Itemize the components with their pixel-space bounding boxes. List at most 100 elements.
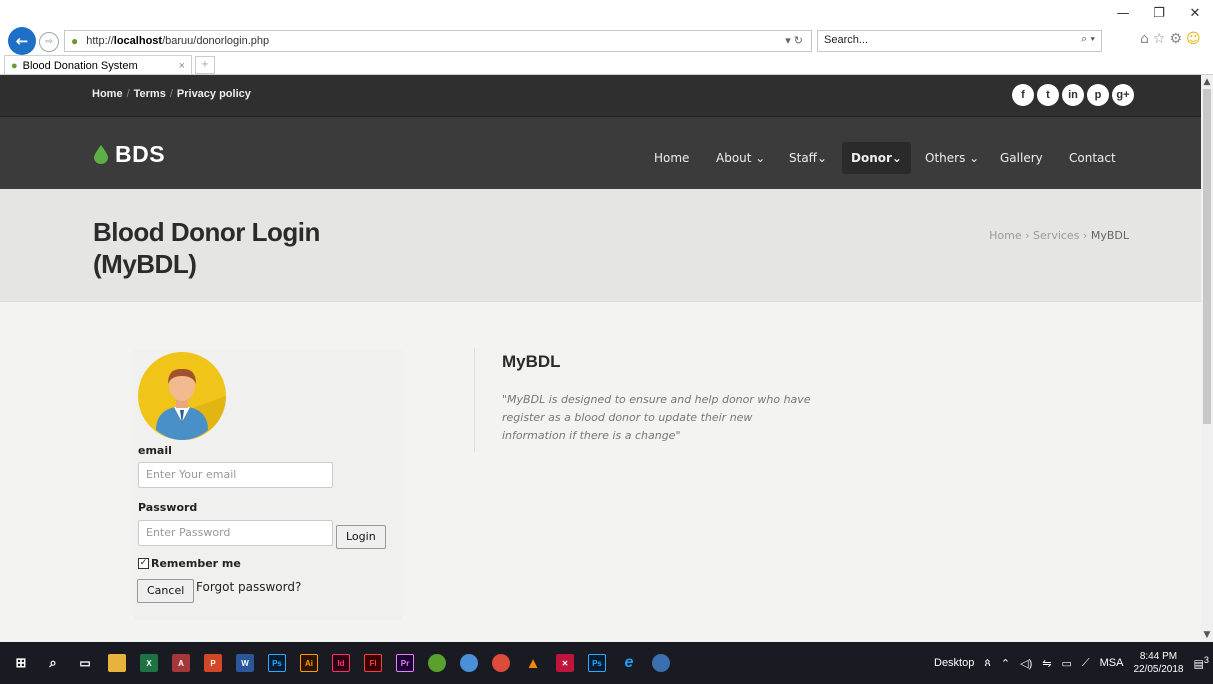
chrome-icon[interactable] [492,654,510,672]
favorites-icon[interactable]: ☆ [1153,31,1166,47]
nav-item-about[interactable]: About ⌄ [716,142,765,174]
word-icon[interactable]: W [236,654,254,672]
network-icon[interactable]: ⇋ [1042,657,1051,670]
page-title-line1: Blood Donor Login [93,217,320,247]
network-app-icon[interactable] [460,654,478,672]
internet-explorer-icon[interactable]: e [620,654,638,672]
logo-text: BDS [115,141,166,167]
wifi-icon[interactable]: ⟋ [1082,657,1090,670]
login-form: email Enter Your email Password Enter Pa… [134,350,402,620]
scroll-thumb[interactable] [1203,89,1211,424]
top-link-terms[interactable]: Terms [134,88,166,100]
chevron-up-icon[interactable]: ⌃ [1001,657,1010,670]
url-host: localhost [113,35,163,47]
remember-checkbox[interactable]: ✓ [138,558,149,569]
remember-me[interactable]: ✓ Remember me [138,557,241,570]
file-explorer-icon[interactable] [108,654,126,672]
top-bar: Home / Terms / Privacy policy f t in p g+ [0,75,1201,117]
nav-item-others[interactable]: Others ⌄ [925,142,979,174]
top-link-privacy[interactable]: Privacy policy [177,88,251,100]
nav-item-home[interactable]: Home [654,142,689,174]
content-divider [474,348,475,452]
breadcrumb-home[interactable]: Home [989,229,1021,242]
xampp-icon[interactable]: ✕ [556,654,574,672]
refresh-icon[interactable]: ▾ ↻ [785,34,803,47]
task-view-icon[interactable]: ▭ [76,654,94,672]
vlc-icon[interactable]: ▲ [524,654,542,672]
address-bar[interactable]: ● http://localhost/baruu/donorlogin.php … [64,30,812,52]
remember-label: Remember me [151,557,241,570]
new-tab-button[interactable]: + [195,56,215,74]
photoshop-icon[interactable]: Ps [268,654,286,672]
top-link-home[interactable]: Home [92,88,123,100]
scroll-down-icon[interactable]: ▼ [1201,630,1213,640]
browser-tab[interactable]: ● Blood Donation System × [4,55,192,75]
flash-icon[interactable]: Fl [364,654,382,672]
clock-date: 22/05/2018 [1133,664,1184,675]
back-button[interactable]: ← [8,27,36,55]
restore-button[interactable]: ❐ [1141,6,1177,24]
browser-chrome: — ❐ ✕ ← ⇨ ● http://localhost/baruu/donor… [0,0,1213,55]
email-field[interactable]: Enter Your email [138,462,333,488]
premiere-icon[interactable]: Pr [396,654,414,672]
cancel-button[interactable]: Cancel [137,579,195,603]
url-path: /baruu/donorlogin.php [162,35,270,47]
search-taskbar-icon[interactable]: ⌕ [44,654,62,672]
nav-item-staff[interactable]: Staff⌄ [789,142,827,174]
clock[interactable]: 8:44 PM 22/05/2018 [1133,650,1183,676]
login-button[interactable]: Login [336,525,386,549]
powerpoint-icon[interactable]: P [204,654,222,672]
tab-close-icon[interactable]: × [179,60,185,72]
toolbar-icons: ⌂ ☆ ⚙ ☺ [1140,31,1201,47]
password-field[interactable]: Enter Password [138,520,333,546]
linkedin-icon[interactable]: in [1062,84,1084,106]
search-icon[interactable]: ⌕ ▾ [1081,33,1095,46]
desktop-toolbar[interactable]: Desktop [934,657,974,669]
search-input[interactable]: Search... ⌕ ▾ [817,30,1102,52]
scroll-up-icon[interactable]: ▲ [1201,77,1213,87]
info-description: "MyBDL is designed to ensure and help do… [502,393,811,442]
email-label: email [138,444,172,457]
pinterest-icon[interactable]: p [1087,84,1109,106]
main-navbar: BDS Home About ⌄ Staff⌄ Donor⌄ Others ⌄ … [0,117,1201,189]
battery-icon[interactable]: ▭ [1061,657,1071,670]
tab-title: Blood Donation System [22,59,138,72]
google-plus-icon[interactable]: g+ [1112,84,1134,106]
page-title-line2: (MyBDL) [93,249,197,279]
facebook-icon[interactable]: f [1012,84,1034,106]
excel-icon[interactable]: X [140,654,158,672]
site-logo[interactable]: BDS [94,141,165,168]
social-links: f t in p g+ [1012,84,1134,106]
utility-app-icon[interactable] [652,654,670,672]
breadcrumb-services[interactable]: Services [1033,229,1079,242]
feedback-icon[interactable]: ☺ [1186,31,1201,47]
nav-item-gallery[interactable]: Gallery [1000,142,1043,174]
minimize-button[interactable]: — [1105,6,1141,24]
home-icon[interactable]: ⌂ [1140,31,1149,47]
forgot-password-link[interactable]: Forgot password? [196,580,301,594]
nav-item-contact[interactable]: Contact [1069,142,1116,174]
info-title: MyBDL [502,352,561,371]
indesign-icon[interactable]: Id [332,654,350,672]
notification-icon[interactable]: ▤3 [1194,655,1210,671]
back-arrow-icon: ← [15,32,29,50]
nav-item-donor[interactable]: Donor⌄ [842,142,911,174]
access-icon[interactable]: A [172,654,190,672]
app-icon[interactable] [428,654,446,672]
volume-icon[interactable]: ◁) [1020,657,1032,670]
page-title: Blood Donor Login (MyBDL) [93,216,413,280]
photoshop-2-icon[interactable]: Ps [588,654,606,672]
email-placeholder: Enter Your email [146,468,237,481]
language-indicator[interactable]: MSA [1100,657,1124,669]
twitter-icon[interactable]: t [1037,84,1059,106]
illustrator-icon[interactable]: Ai [300,654,318,672]
page-scrollbar[interactable]: ▲ ▼ [1201,75,1213,642]
breadcrumb-current: MyBDL [1090,229,1129,242]
search-placeholder: Search... [824,34,869,46]
windows-start-icon[interactable]: ⊞ [12,654,30,672]
settings-icon[interactable]: ⚙ [1169,31,1182,47]
forward-button[interactable]: ⇨ [39,32,59,52]
tab-favicon-icon: ● [11,59,18,72]
close-button[interactable]: ✕ [1177,6,1213,24]
people-icon[interactable]: ጰ [984,657,991,670]
